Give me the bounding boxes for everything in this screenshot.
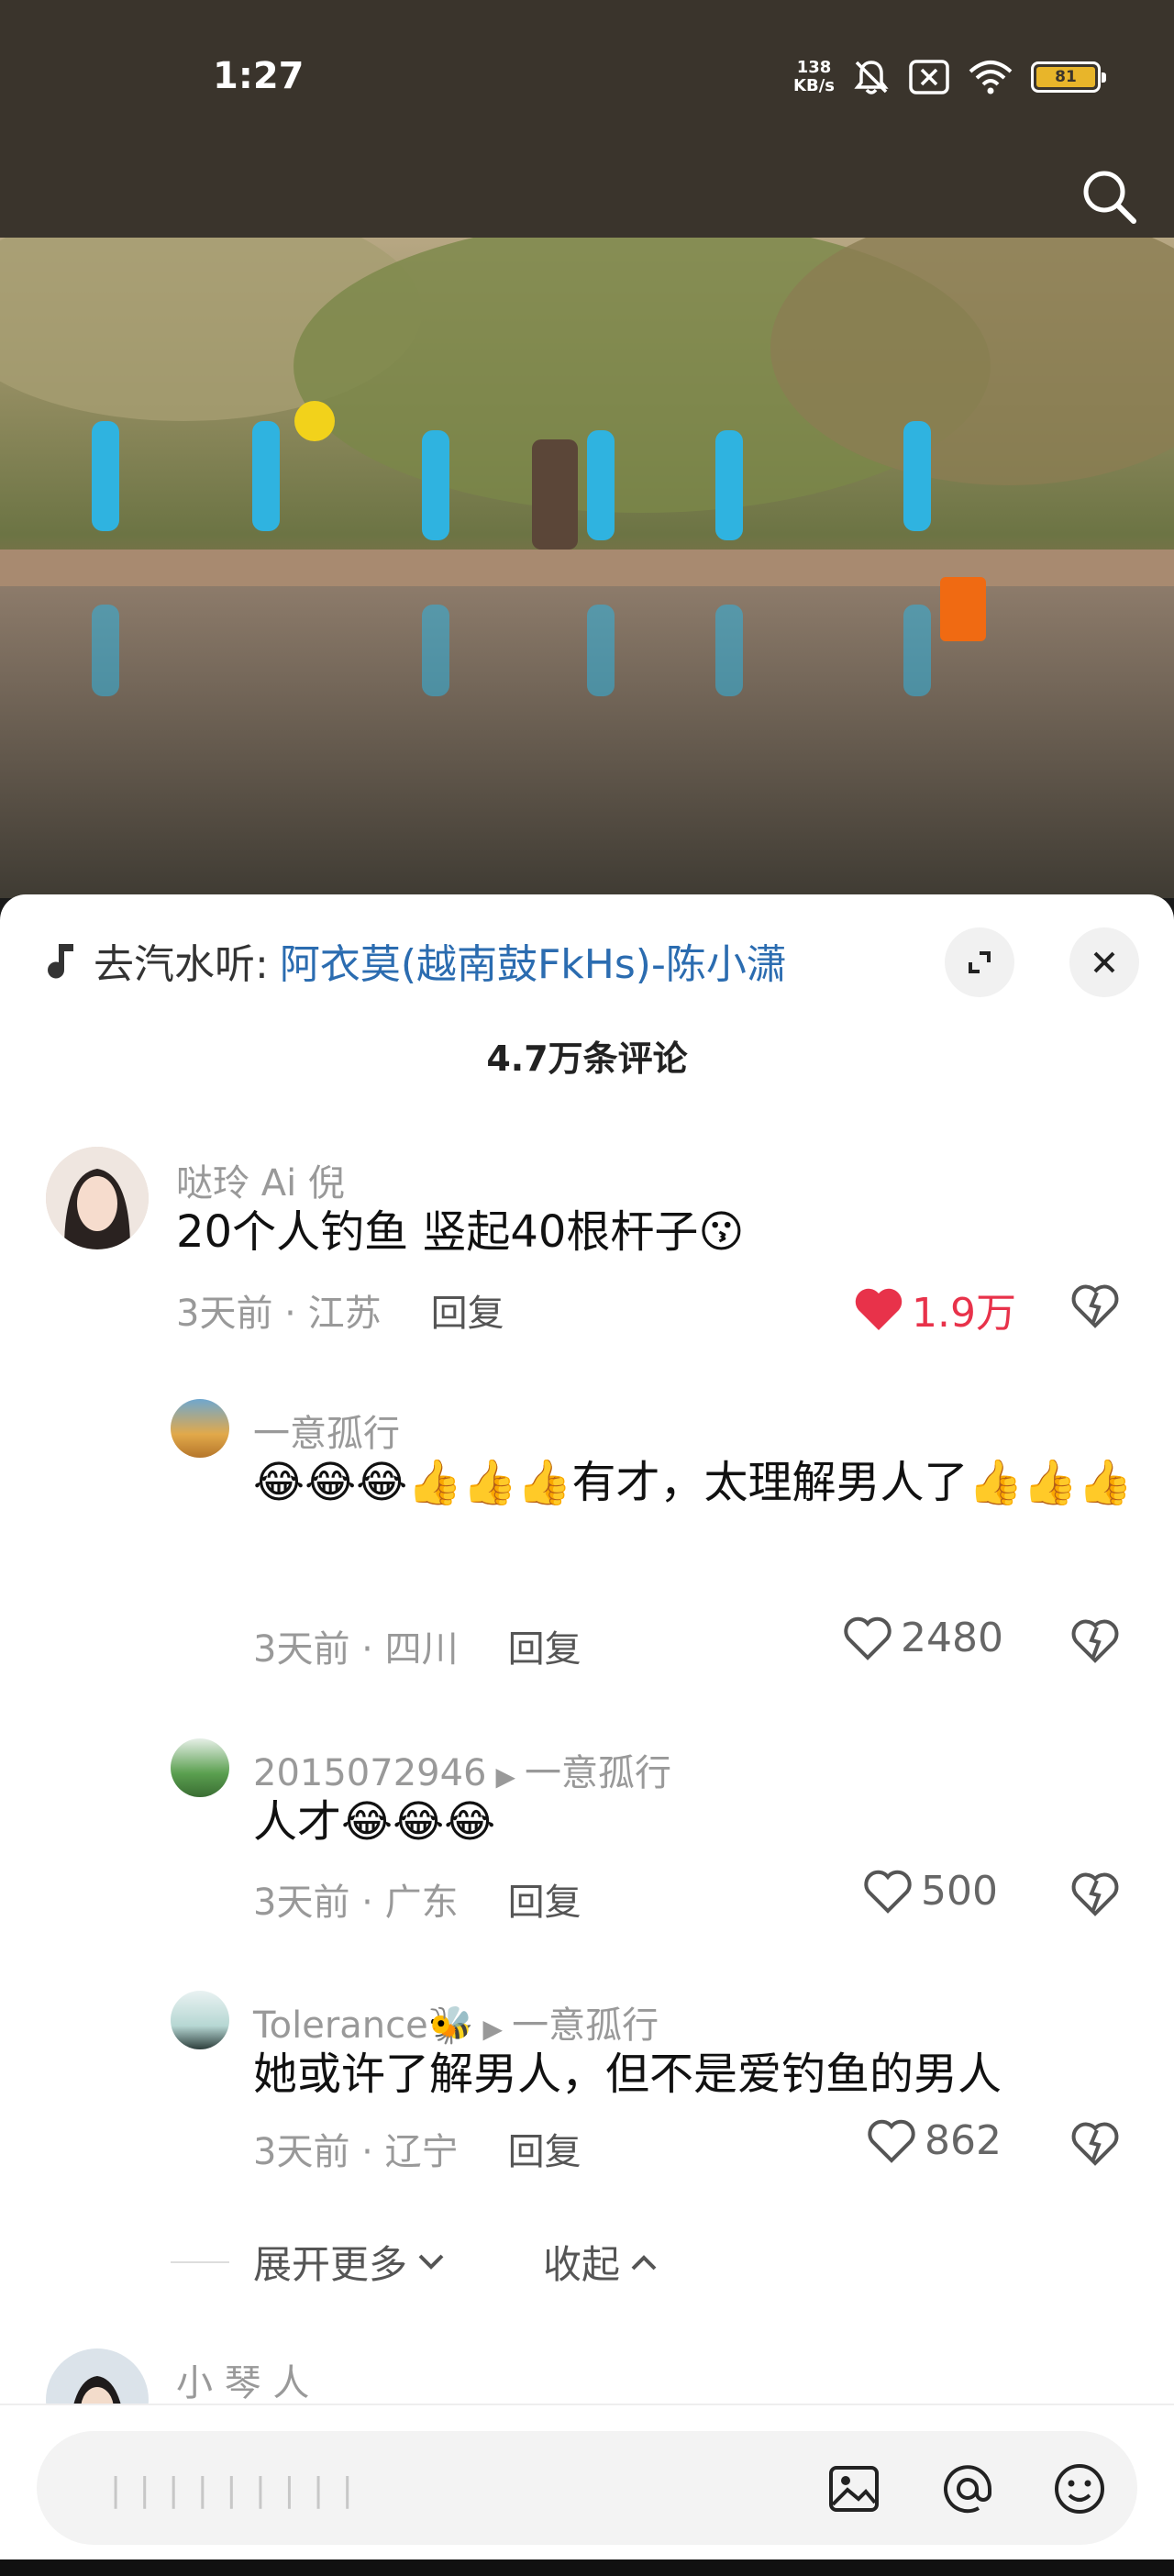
music-title[interactable]: 阿衣莫(越南鼓FkHs)-陈小潇: [280, 931, 787, 990]
status-icons: 138 KB/s 81: [793, 57, 1106, 97]
heart-icon: [868, 2119, 915, 2163]
mute-bell-icon: [854, 61, 889, 94]
close-icon: [1093, 951, 1115, 973]
chevron-up-icon[interactable]: [624, 2248, 664, 2276]
sim-off-icon: [909, 60, 949, 94]
battery-icon: 81: [1031, 61, 1106, 93]
comment-meta: 3天前 · 四川 回复: [253, 1628, 581, 1671]
network-speed: 138 KB/s: [793, 58, 835, 95]
mention-icon[interactable]: [937, 2459, 998, 2519]
dislike-icon[interactable]: [1069, 1868, 1121, 1919]
status-time: 1:27: [213, 55, 305, 97]
reply-arrow-icon: ▶: [495, 1761, 516, 1792]
like-button[interactable]: 500: [862, 1868, 998, 1915]
top-bar: [0, 161, 1174, 238]
music-note-icon: [48, 944, 73, 979]
collapse-button[interactable]: 收起: [543, 2234, 620, 2290]
reply-button[interactable]: 回复: [508, 1628, 581, 1671]
avatar[interactable]: [171, 1991, 229, 2049]
dislike-icon[interactable]: [1069, 1280, 1121, 1331]
like-count: 500: [921, 1868, 998, 1915]
expand-icon: [969, 951, 991, 973]
comment-text: 人才😂😂😂: [253, 1796, 496, 1848]
reply-button[interactable]: 回复: [431, 1293, 504, 1335]
music-prefix: 去汽水听:: [94, 941, 269, 988]
like-button[interactable]: 1.9万: [853, 1280, 1016, 1338]
avatar[interactable]: [171, 1399, 229, 1458]
dislike-icon[interactable]: [1069, 2117, 1121, 2169]
comment-text: 😂😂😂👍👍👍有才，太理解男人了👍👍👍: [253, 1457, 1133, 1508]
comment-meta: 3天前 · 江苏 回复: [176, 1293, 504, 1335]
like-button[interactable]: 862: [866, 2117, 1002, 2164]
expand-more-button[interactable]: 展开更多: [253, 2234, 407, 2290]
wifi-icon: [969, 61, 1013, 94]
emoji-icon[interactable]: [1049, 2459, 1110, 2519]
comment-text: 她或许了解男人，但不是爱钓鱼的男人: [253, 2049, 1002, 2100]
dislike-icon[interactable]: [1069, 1615, 1121, 1666]
like-count: 1.9万: [912, 1290, 1016, 1337]
heart-icon: [844, 1616, 892, 1660]
like-count: 862: [925, 2117, 1002, 2164]
heart-filled-icon: [855, 1288, 903, 1330]
like-count: 2480: [901, 1615, 1003, 1661]
comment-input[interactable]: | | | | | | | | |: [37, 2431, 1137, 2545]
like-button[interactable]: 2480: [842, 1615, 1003, 1661]
avatar[interactable]: [46, 1147, 149, 1249]
reply-button[interactable]: 回复: [508, 2131, 581, 2173]
comment-sheet: 去汽水听: 阿衣莫(越南鼓FkHs)-陈小潇 4.7万条评论 哒玲 Ai 倪 2…: [0, 894, 1174, 2576]
image-icon[interactable]: [824, 2459, 884, 2519]
expand-row: 展开更多 收起: [171, 2234, 664, 2290]
comment-username[interactable]: 小 琴 人: [176, 2353, 309, 2406]
search-icon[interactable]: [1073, 161, 1146, 234]
navigation-strip: [0, 2559, 1174, 2576]
reply-button[interactable]: 回复: [508, 1882, 581, 1924]
chevron-down-icon[interactable]: [411, 2248, 451, 2276]
expand-button[interactable]: [945, 927, 1014, 997]
divider: [171, 2260, 229, 2263]
status-bar: 1:27 138 KB/s 81: [0, 0, 1174, 161]
avatar[interactable]: [171, 1738, 229, 1797]
battery-level: 81: [1036, 67, 1095, 87]
music-link[interactable]: 去汽水听: 阿衣莫(越南鼓FkHs)-陈小潇: [46, 931, 787, 990]
comment-input-placeholder: | | | | | | | | |: [110, 2471, 357, 2509]
comment-input-bar: | | | | | | | | |: [0, 2404, 1174, 2576]
comment-text: 20个人钓鱼 竖起40根杆子😗: [176, 1206, 745, 1258]
close-button[interactable]: [1069, 927, 1139, 997]
comment-meta: 3天前 · 广东 回复: [253, 1882, 581, 1924]
video-frame-image: [0, 238, 1174, 898]
comment-meta: 3天前 · 辽宁 回复: [253, 2131, 581, 2173]
comment-count: 4.7万条评论: [486, 1038, 688, 1079]
video-player[interactable]: [0, 238, 1174, 898]
heart-icon: [864, 1870, 912, 1914]
